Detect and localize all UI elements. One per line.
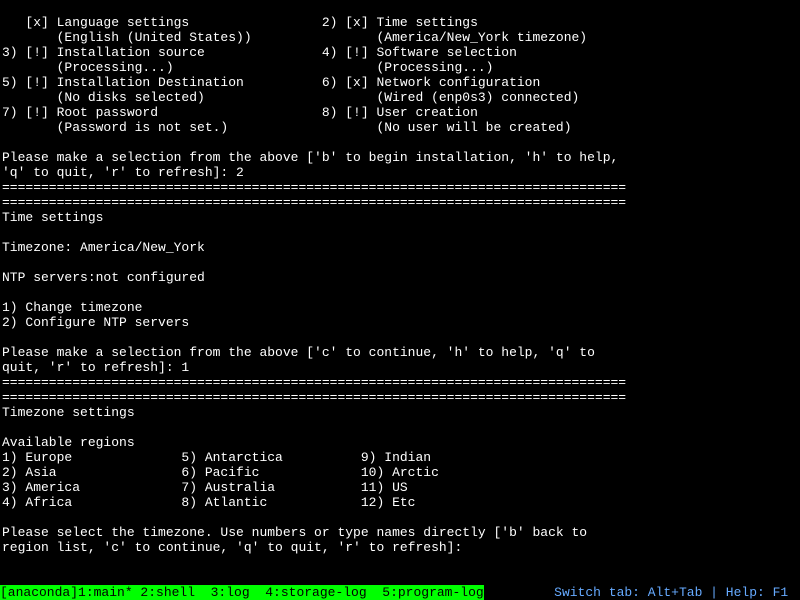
terminal-output: [x] Language settings 2) [x] Time settin… bbox=[0, 0, 800, 570]
status-help: Switch tab: Alt+Tab | Help: F1 bbox=[554, 585, 800, 600]
status-tabs[interactable]: [anaconda]1:main* 2:shell 3:log 4:storag… bbox=[0, 585, 484, 600]
status-bar: [anaconda]1:main* 2:shell 3:log 4:storag… bbox=[0, 585, 800, 600]
terminal-screen[interactable]: { "hub": { "items": [ { "n": "", "mark":… bbox=[0, 0, 800, 600]
